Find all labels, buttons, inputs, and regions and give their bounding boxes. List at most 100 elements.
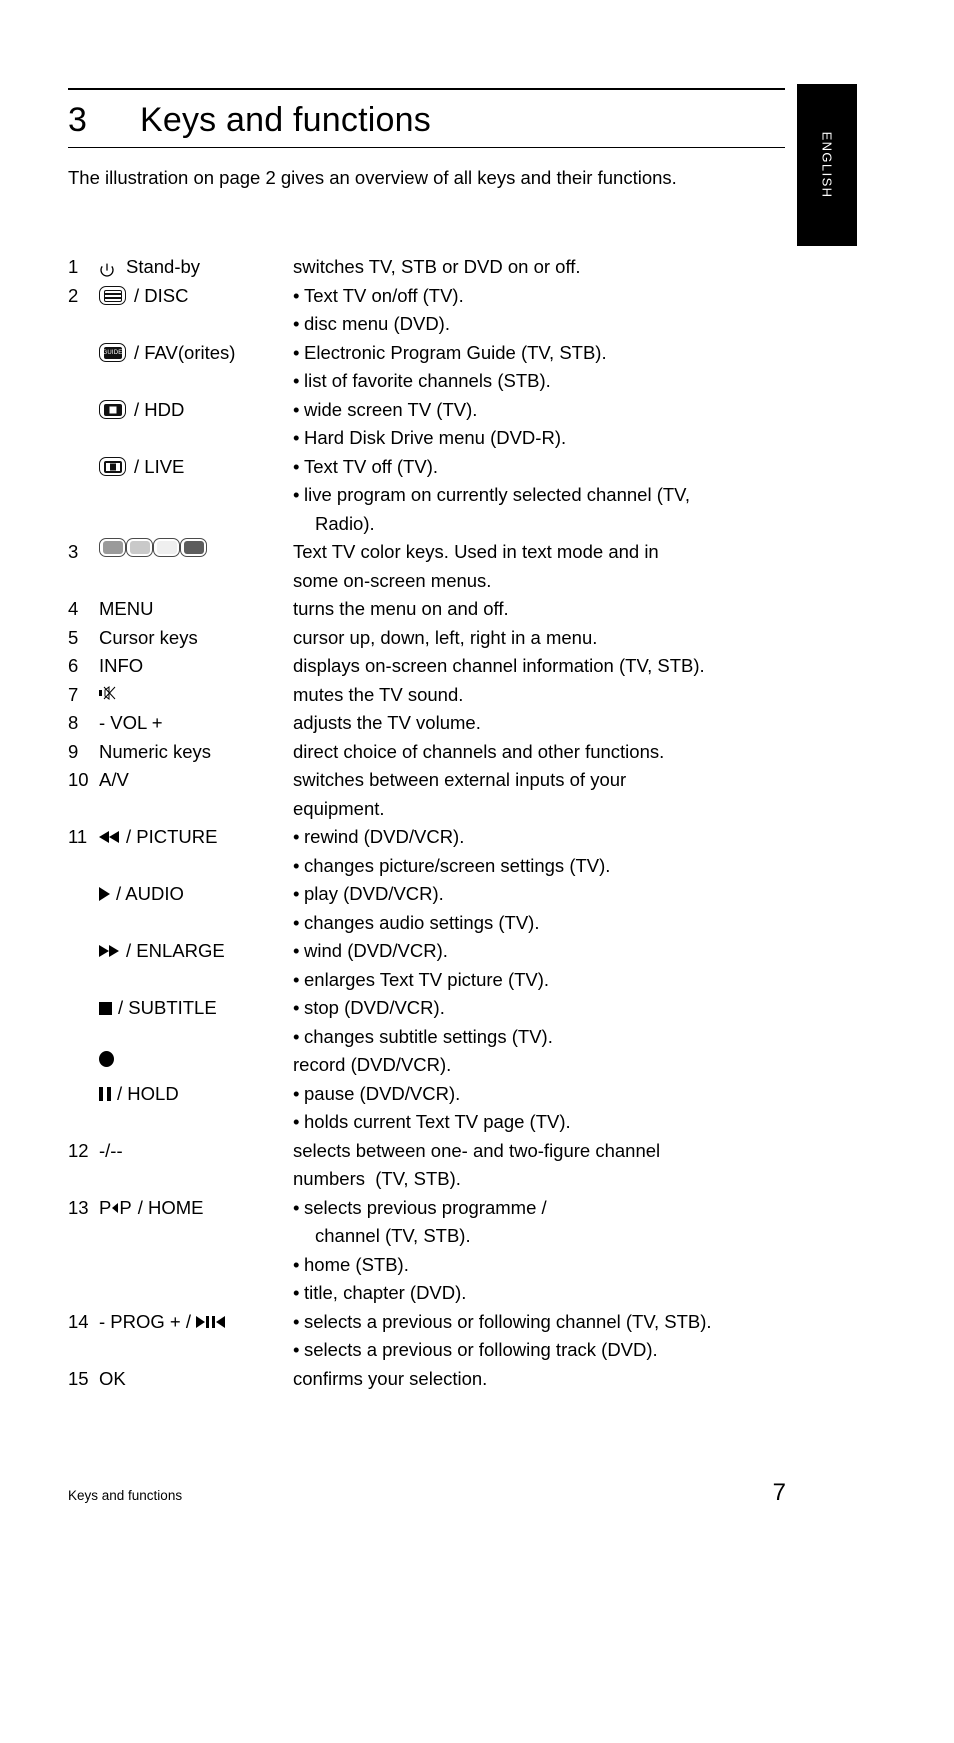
key-label-cell	[99, 681, 293, 700]
teletext-disc-icon	[99, 286, 126, 306]
key-row: 5 Cursor keys cursor up, down, left, right…	[68, 624, 858, 653]
key-row: 9 Numeric keys direct choice of channels a…	[68, 738, 858, 767]
key-description-cell: • Text TV on/off (TV). • disc menu (DVD).	[293, 282, 858, 339]
description-text: selects a previous or following track (D…	[304, 1339, 658, 1360]
bullet-dot-icon: •	[293, 370, 300, 391]
key-number: 5	[68, 626, 79, 648]
key-description-cell: displays on-screen channel information (…	[293, 652, 858, 681]
description-text: Electronic Program Guide (TV, STB).	[304, 341, 607, 363]
key-label: / FAV(orites)	[134, 341, 236, 363]
description-bullet: • pause (DVD/VCR).	[293, 1080, 858, 1109]
key-description-cell: • pause (DVD/VCR). • holds current Text TV …	[293, 1080, 858, 1137]
key-label: MENU	[99, 598, 154, 619]
bullet-dot-icon: •	[293, 883, 300, 904]
key-label: INFO	[99, 655, 144, 676]
description-text: changes subtitle settings (TV).	[304, 1025, 553, 1047]
key-label: Cursor keys	[99, 626, 198, 648]
bullet-dot-icon: •	[293, 484, 300, 505]
description-text: Text TV color keys. Used in text mode an…	[293, 541, 659, 562]
key-number: 11	[68, 826, 88, 847]
key-number: 1	[68, 256, 79, 277]
key-number: 14	[68, 1310, 89, 1332]
document-page: ENGLISH 3 Keys and functions The illustr…	[0, 0, 954, 1743]
description-bullet: • selects a previous or following track (…	[293, 1336, 858, 1365]
key-row: 14 - PROG + / • selects a previous or foll…	[68, 1308, 858, 1365]
key-description-cell: turns the menu on and off.	[293, 595, 858, 624]
page-title: 3 Keys and functions	[68, 95, 785, 145]
key-number: 9	[68, 740, 79, 762]
language-tab: ENGLISH	[797, 84, 857, 246]
description-text: home (STB).	[304, 1253, 409, 1275]
key-description-cell: Text TV color keys. Used in text mode an…	[293, 538, 858, 595]
key-number: 3	[68, 541, 79, 562]
key-description-cell: adjusts the TV volume.	[293, 709, 858, 738]
key-label-cell: -/--	[99, 1137, 293, 1166]
bullet-dot-icon: •	[293, 341, 300, 363]
live-icon	[99, 457, 126, 477]
key-description-cell: • wide screen TV (TV). • Hard Disk Drive me…	[293, 396, 858, 453]
key-description-cell: confirms your selection.	[293, 1365, 858, 1394]
key-description-cell: cursor up, down, left, right in a menu.	[293, 624, 858, 653]
description-text: selects between one- and two-figure chan…	[293, 1139, 661, 1161]
key-label: - VOL +	[99, 712, 163, 733]
description-bullet: • enlarges Text TV picture (TV).	[293, 966, 858, 995]
key-label: - PROG + /	[99, 1310, 192, 1332]
key-label: A/V	[99, 769, 129, 790]
key-number: 8	[68, 712, 79, 733]
key-description-cell: • Text TV off (TV). • live program on curre…	[293, 453, 858, 539]
key-label: / LIVE	[134, 455, 185, 477]
bullet-dot-icon: •	[293, 455, 300, 477]
key-description-cell: • play (DVD/VCR). • changes audio settings …	[293, 880, 858, 937]
description-bullet: • changes audio settings (TV).	[293, 909, 858, 938]
key-description-cell: record (DVD/VCR).	[293, 1051, 858, 1080]
key-label: -/--	[99, 1139, 123, 1161]
description-bullet: • changes subtitle settings (TV).	[293, 1023, 858, 1052]
key-label: / DISC	[134, 284, 189, 306]
heading-rule-bottom	[68, 147, 785, 148]
play-icon	[99, 887, 110, 902]
description-bullet: • Text TV off (TV).	[293, 453, 858, 482]
color-key-yellow	[153, 538, 180, 557]
key-description-cell: • Electronic Program Guide (TV, STB). • lis…	[293, 339, 858, 396]
description-bullet: • wide screen TV (TV).	[293, 396, 858, 425]
key-label-cell: / HOLD	[99, 1080, 293, 1109]
key-description-cell: mutes the TV sound.	[293, 681, 858, 710]
key-number: 2	[68, 284, 79, 306]
description-bullet: • live program on currently selected chan…	[293, 481, 858, 510]
next-track-icon	[196, 1315, 211, 1328]
key-label: Numeric keys	[99, 740, 212, 762]
description-text: mutes the TV sound.	[293, 683, 464, 705]
prev-track-icon	[212, 1315, 227, 1328]
description-text: equipment.	[293, 797, 385, 819]
bullet-dot-icon: •	[293, 398, 300, 420]
key-label-cell: GUIDE / FAV(orites)	[99, 339, 293, 368]
key-number: 4	[68, 598, 79, 619]
description-text: confirms your selection.	[293, 1367, 488, 1389]
bullet-dot-icon: •	[293, 911, 300, 933]
bullet-dot-icon: •	[293, 968, 300, 990]
key-label: / PICTURE	[126, 826, 218, 847]
bullet-dot-icon: •	[293, 1082, 300, 1104]
bullet-dot-icon: •	[293, 1111, 300, 1132]
description-text: Radio).	[315, 512, 375, 534]
bullet-dot-icon: •	[293, 284, 300, 306]
bullet-dot-icon: •	[293, 854, 300, 876]
key-number: 10	[68, 769, 89, 790]
key-label-cell: / LIVE	[99, 453, 293, 482]
description-text: enlarges Text TV picture (TV).	[304, 968, 550, 990]
description-text: switches TV, STB or DVD on or off.	[293, 256, 581, 277]
key-label-cell	[99, 538, 293, 557]
key-label-cell	[99, 1051, 293, 1067]
key-label-cell: / HDD	[99, 396, 293, 425]
description-text: title, chapter (DVD).	[304, 1282, 467, 1303]
key-label-cell: P P / HOME	[99, 1194, 293, 1223]
description-text: rewind (DVD/VCR).	[304, 826, 465, 847]
description-text: numbers (TV, STB).	[293, 1168, 461, 1189]
key-row: / ENLARGE • wind (DVD/VCR). • enlarges Text …	[68, 937, 858, 994]
key-label: / HDD	[134, 398, 185, 420]
description-bullet: • Hard Disk Drive menu (DVD-R).	[293, 424, 858, 453]
key-row: 15 OK confirms your selection.	[68, 1365, 858, 1394]
description-text: displays on-screen channel information (…	[293, 655, 705, 676]
description-text: switches between external inputs of your	[293, 769, 627, 790]
fast-forward-icon	[99, 944, 120, 958]
